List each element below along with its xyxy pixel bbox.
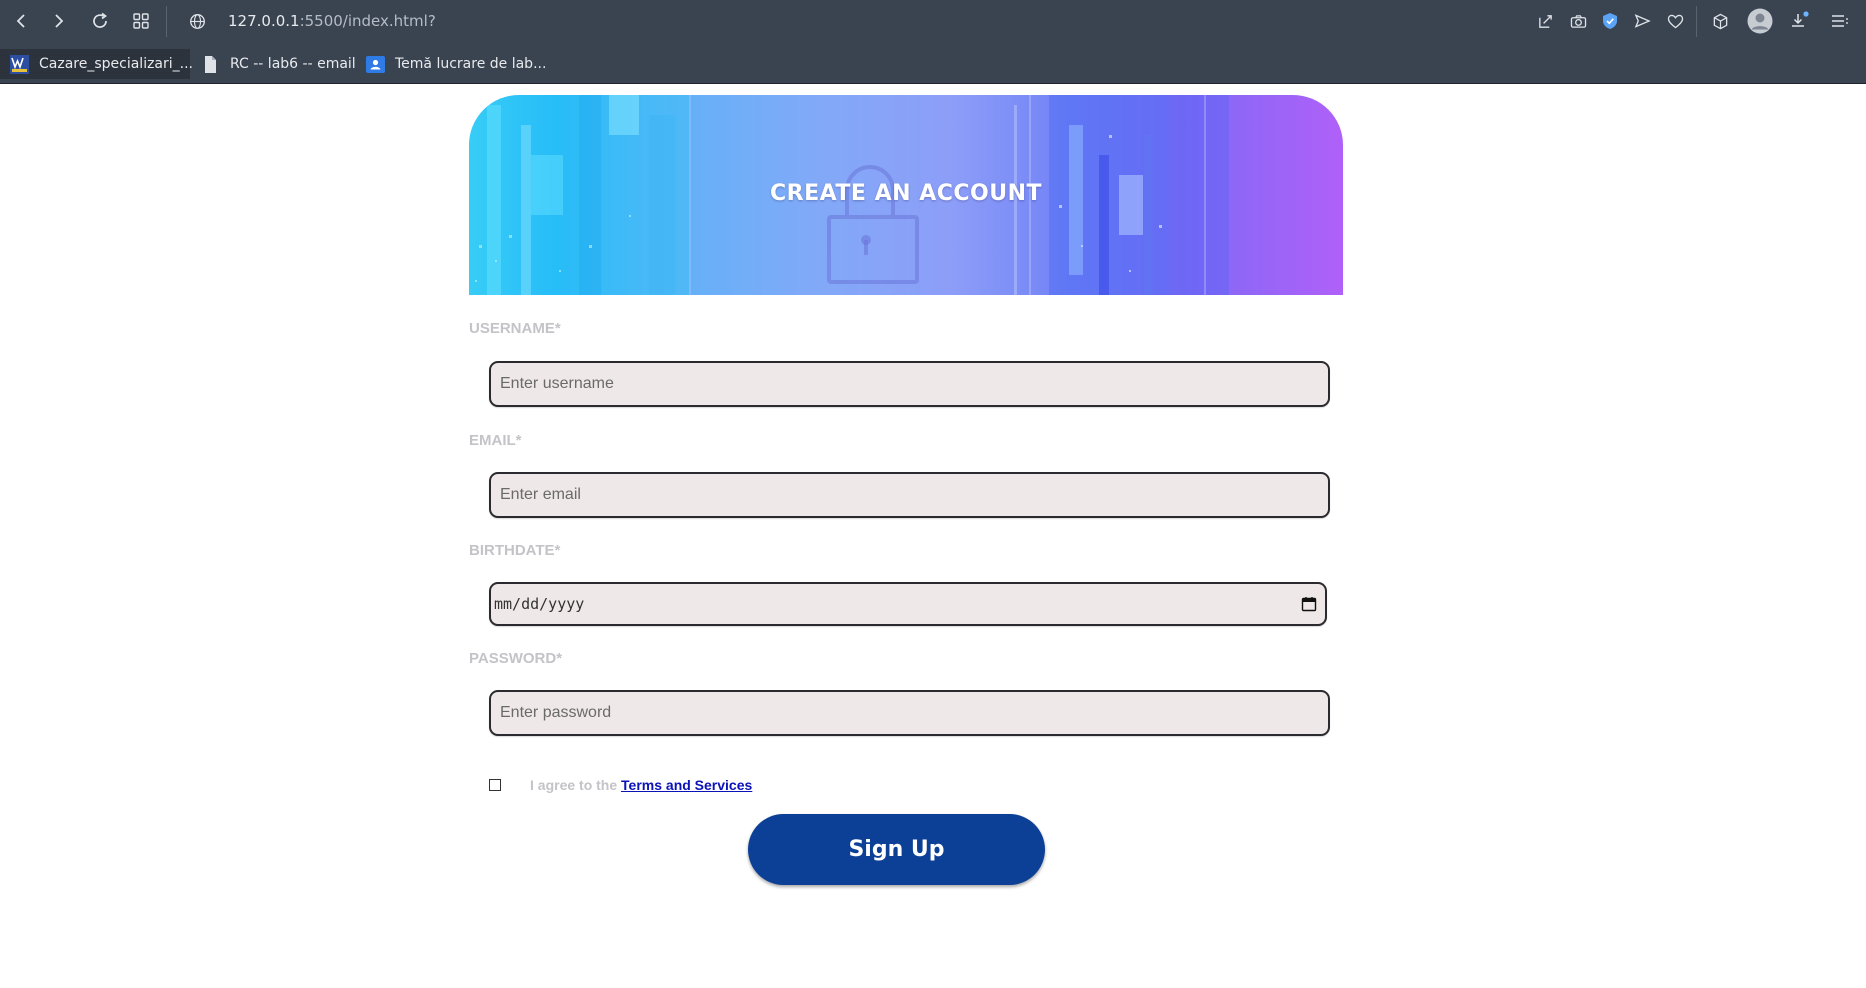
bookmark-tema-lucrare[interactable]: Temă lucrare de lab... <box>356 49 553 79</box>
username-input[interactable] <box>489 361 1330 407</box>
email-input[interactable] <box>489 472 1330 518</box>
chrome-border <box>0 83 1866 84</box>
username-label: USERNAME* <box>469 320 561 337</box>
extensions-cube-icon[interactable] <box>1710 11 1730 31</box>
menu-icon[interactable] <box>1830 11 1850 31</box>
bookmark-label: Temă lucrare de lab... <box>395 56 547 72</box>
profile-avatar-icon[interactable] <box>1747 8 1773 34</box>
url-path: :5500/index.html? <box>299 12 436 30</box>
birthdate-label: BIRTHDATE* <box>469 542 561 559</box>
birthdate-placeholder: mm/dd/yyyy <box>494 595 585 613</box>
bookmark-label: Cazare_specializari_... <box>39 56 194 72</box>
address-bar[interactable]: 127.0.0.1:5500/index.html? <box>228 12 436 30</box>
sign-up-button[interactable]: Sign Up <box>748 814 1045 885</box>
bookmark-rc-lab6[interactable]: RC -- lab6 -- email <box>191 49 363 79</box>
download-icon[interactable] <box>1789 11 1809 31</box>
back-icon[interactable] <box>11 11 31 31</box>
url-host: 127.0.0.1 <box>228 12 300 30</box>
agree-prefix: I agree to the <box>530 777 622 793</box>
bookmarks-bar: Cazare_specializari_... RC -- lab6 -- em… <box>0 46 1866 82</box>
terms-agreement-text: I agree to the Terms and Services <box>530 777 752 793</box>
university-logo-icon <box>10 54 29 74</box>
snapshot-edit-icon[interactable] <box>1535 11 1555 31</box>
browser-chrome: 127.0.0.1:5500/index.html? Cazare_specia… <box>0 0 1866 84</box>
camera-icon[interactable] <box>1568 11 1588 31</box>
terms-checkbox[interactable] <box>489 779 501 791</box>
bookmark-cazare[interactable]: Cazare_specializari_... <box>0 49 194 79</box>
password-input[interactable] <box>489 690 1330 736</box>
birthdate-input[interactable]: mm/dd/yyyy <box>489 582 1327 626</box>
terms-link[interactable]: Terms and Services <box>621 777 752 793</box>
heart-icon[interactable] <box>1665 11 1685 31</box>
email-label: EMAIL* <box>469 432 522 449</box>
bookmark-label: RC -- lab6 -- email <box>230 56 356 72</box>
reload-icon[interactable] <box>90 11 110 31</box>
toolbar-divider <box>166 6 167 37</box>
terms-checkbox-wrap <box>489 779 501 791</box>
tabs-grid-icon[interactable] <box>131 11 151 31</box>
shield-icon[interactable] <box>1600 11 1620 31</box>
signup-banner: CREATE AN ACCOUNT <box>469 95 1343 295</box>
site-info-globe-icon[interactable] <box>187 11 207 31</box>
classroom-icon <box>366 55 385 73</box>
page-title: CREATE AN ACCOUNT <box>769 181 1043 206</box>
browser-toolbar: 127.0.0.1:5500/index.html? <box>0 0 1866 43</box>
document-icon <box>205 55 216 73</box>
toolbar-divider <box>1696 6 1697 37</box>
calendar-icon[interactable] <box>1301 596 1317 612</box>
forward-icon[interactable] <box>49 11 69 31</box>
send-icon[interactable] <box>1632 11 1652 31</box>
password-label: PASSWORD* <box>469 650 563 667</box>
